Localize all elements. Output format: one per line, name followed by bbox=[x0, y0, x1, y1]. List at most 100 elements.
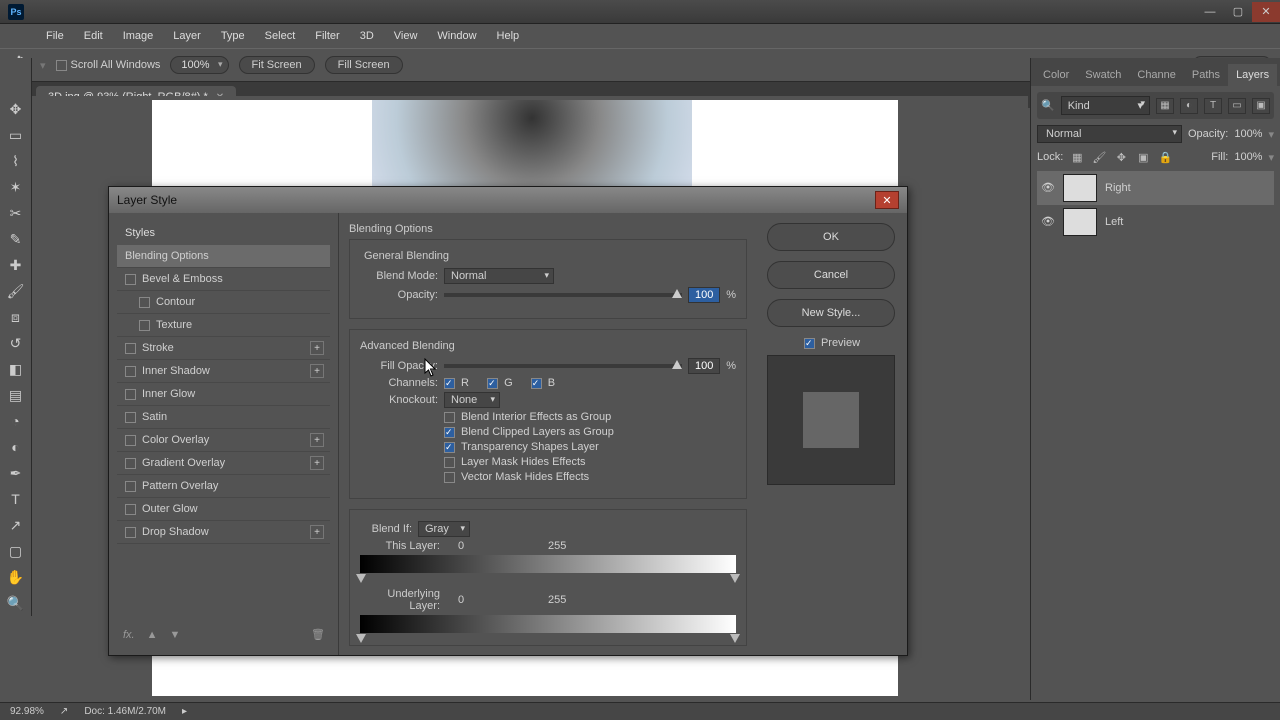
layer-thumbnail[interactable] bbox=[1063, 208, 1097, 236]
fx-icon[interactable]: fx. bbox=[123, 629, 135, 641]
tab-color[interactable]: Color bbox=[1035, 64, 1077, 86]
wand-tool-icon[interactable]: ✶ bbox=[2, 174, 30, 200]
chevron-right-icon[interactable]: ▸ bbox=[182, 706, 187, 717]
menu-help[interactable]: Help bbox=[487, 26, 530, 46]
style-item[interactable]: Satin bbox=[117, 406, 330, 429]
style-item[interactable]: Outer Glow bbox=[117, 498, 330, 521]
gradient-tool-icon[interactable]: ▤ bbox=[2, 382, 30, 408]
fill-value[interactable]: 100% bbox=[1234, 151, 1262, 163]
channel-g-checkbox[interactable] bbox=[487, 378, 498, 389]
tab-swatches[interactable]: Swatch bbox=[1077, 64, 1129, 86]
style-checkbox[interactable] bbox=[125, 366, 136, 377]
blend-mode-select[interactable]: Normal bbox=[444, 268, 554, 284]
style-checkbox[interactable] bbox=[125, 389, 136, 400]
layer-row[interactable]: 👁 Left bbox=[1037, 205, 1274, 239]
export-icon[interactable]: ↗ bbox=[60, 706, 68, 717]
channel-b-checkbox[interactable] bbox=[531, 378, 542, 389]
scroll-all-checkbox[interactable]: Scroll All Windows bbox=[56, 59, 161, 71]
lock-pixels-icon[interactable]: 🖌 bbox=[1091, 149, 1107, 165]
style-checkbox[interactable] bbox=[125, 458, 136, 469]
style-checkbox[interactable] bbox=[125, 481, 136, 492]
opacity-input[interactable]: 100 bbox=[688, 287, 720, 303]
dodge-tool-icon[interactable]: ◐ bbox=[2, 434, 30, 460]
layer-row[interactable]: 👁 Right bbox=[1037, 171, 1274, 205]
style-checkbox[interactable] bbox=[125, 435, 136, 446]
add-effect-icon[interactable]: + bbox=[310, 433, 324, 447]
move-down-icon[interactable]: ▼ bbox=[170, 629, 181, 641]
menu-image[interactable]: Image bbox=[113, 26, 164, 46]
zoom-tool-icon[interactable]: 🔍 bbox=[2, 590, 30, 616]
fit-screen-button[interactable]: Fit Screen bbox=[239, 56, 315, 74]
menu-select[interactable]: Select bbox=[255, 26, 306, 46]
new-style-button[interactable]: New Style... bbox=[767, 299, 895, 327]
hand-tool-icon[interactable]: ✋ bbox=[2, 564, 30, 590]
zoom-combo[interactable]: 100% bbox=[170, 56, 228, 74]
history-brush-tool-icon[interactable]: ↺ bbox=[2, 330, 30, 356]
crop-tool-icon[interactable]: ✂ bbox=[2, 200, 30, 226]
layer-blend-mode-select[interactable]: Normal bbox=[1037, 125, 1182, 143]
tab-layers[interactable]: Layers bbox=[1228, 64, 1277, 86]
menu-edit[interactable]: Edit bbox=[74, 26, 113, 46]
lock-transparent-icon[interactable]: ▦ bbox=[1069, 149, 1085, 165]
tab-channels[interactable]: Channe bbox=[1129, 64, 1184, 86]
lock-artboard-icon[interactable]: ▣ bbox=[1135, 149, 1151, 165]
add-effect-icon[interactable]: + bbox=[310, 364, 324, 378]
menu-file[interactable]: File bbox=[36, 26, 74, 46]
transparency-checkbox[interactable] bbox=[444, 442, 455, 453]
menu-filter[interactable]: Filter bbox=[305, 26, 349, 46]
style-checkbox[interactable] bbox=[125, 412, 136, 423]
close-window-button[interactable]: ✕ bbox=[1252, 2, 1280, 22]
marquee-tool-icon[interactable]: ▭ bbox=[2, 122, 30, 148]
this-layer-gradient[interactable] bbox=[360, 555, 736, 573]
blend-clipped-checkbox[interactable] bbox=[444, 427, 455, 438]
lock-position-icon[interactable]: ✥ bbox=[1113, 149, 1129, 165]
layer-thumbnail[interactable] bbox=[1063, 174, 1097, 202]
eraser-tool-icon[interactable]: ◧ bbox=[2, 356, 30, 382]
opacity-value[interactable]: 100% bbox=[1234, 128, 1262, 140]
fill-opacity-input[interactable]: 100 bbox=[688, 358, 720, 374]
menu-type[interactable]: Type bbox=[211, 26, 255, 46]
style-item[interactable]: Drop Shadow+ bbox=[117, 521, 330, 544]
style-item[interactable]: Bevel & Emboss bbox=[117, 268, 330, 291]
blur-tool-icon[interactable]: ◔ bbox=[2, 408, 30, 434]
style-item[interactable]: Gradient Overlay+ bbox=[117, 452, 330, 475]
layer-name[interactable]: Right bbox=[1105, 182, 1131, 194]
cancel-button[interactable]: Cancel bbox=[767, 261, 895, 289]
menu-layer[interactable]: Layer bbox=[163, 26, 211, 46]
healing-tool-icon[interactable]: ✚ bbox=[2, 252, 30, 278]
underlying-gradient[interactable] bbox=[360, 615, 736, 633]
dialog-close-button[interactable]: ✕ bbox=[875, 191, 899, 209]
add-effect-icon[interactable]: + bbox=[310, 341, 324, 355]
layer-name[interactable]: Left bbox=[1105, 216, 1123, 228]
style-item[interactable]: Color Overlay+ bbox=[117, 429, 330, 452]
blend-if-select[interactable]: Gray bbox=[418, 521, 470, 537]
shape-tool-icon[interactable]: ▢ bbox=[2, 538, 30, 564]
pen-tool-icon[interactable]: ✒ bbox=[2, 460, 30, 486]
style-item[interactable]: Inner Glow bbox=[117, 383, 330, 406]
filter-adjust-icon[interactable]: ◐ bbox=[1180, 98, 1198, 114]
status-zoom[interactable]: 92.98% bbox=[10, 706, 44, 717]
type-tool-icon[interactable]: T bbox=[2, 486, 30, 512]
path-tool-icon[interactable]: ↗ bbox=[2, 512, 30, 538]
add-effect-icon[interactable]: + bbox=[310, 525, 324, 539]
style-item[interactable]: Stroke+ bbox=[117, 337, 330, 360]
style-item[interactable]: Contour bbox=[117, 291, 330, 314]
menu-3d[interactable]: 3D bbox=[350, 26, 384, 46]
blend-interior-checkbox[interactable] bbox=[444, 412, 455, 423]
eyedropper-tool-icon[interactable]: ✎ bbox=[2, 226, 30, 252]
visibility-icon[interactable]: 👁 bbox=[1041, 181, 1055, 195]
menu-view[interactable]: View bbox=[384, 26, 428, 46]
filter-type-icon[interactable]: T bbox=[1204, 98, 1222, 114]
style-item[interactable]: Pattern Overlay bbox=[117, 475, 330, 498]
filter-shape-icon[interactable]: ▭ bbox=[1228, 98, 1246, 114]
dialog-titlebar[interactable]: Layer Style ✕ bbox=[109, 187, 907, 213]
maximize-button[interactable]: ▢ bbox=[1224, 2, 1252, 22]
style-checkbox[interactable] bbox=[125, 527, 136, 538]
minimize-button[interactable]: — bbox=[1196, 2, 1224, 22]
style-checkbox[interactable] bbox=[125, 343, 136, 354]
lock-all-icon[interactable]: 🔒 bbox=[1157, 149, 1173, 165]
style-checkbox[interactable] bbox=[125, 504, 136, 515]
stamp-tool-icon[interactable]: ⧈ bbox=[2, 304, 30, 330]
opacity-slider[interactable] bbox=[444, 293, 682, 297]
filter-pixel-icon[interactable]: ▦ bbox=[1156, 98, 1174, 114]
